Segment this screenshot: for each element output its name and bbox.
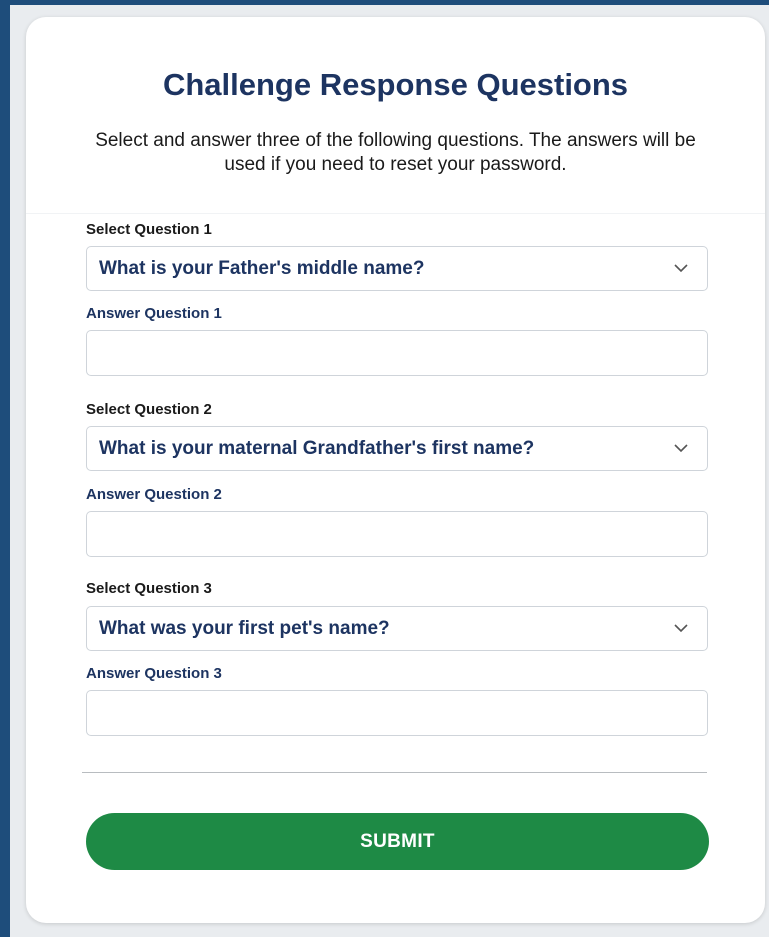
select-question-3-dropdown[interactable]: What was your first pet's name?	[86, 606, 708, 651]
page-title: Challenge Response Questions	[162, 67, 629, 102]
chevron-down-icon	[661, 264, 701, 273]
select-question-1-dropdown[interactable]: What is your Father's middle name?	[86, 246, 708, 291]
chevron-down-icon	[661, 624, 701, 633]
instructions-text: Select and answer three of the following…	[95, 130, 696, 175]
answer-question-3-input[interactable]	[86, 690, 708, 736]
select-question-1-value: What is your Father's middle name?	[99, 257, 425, 279]
select-question-3-value: What was your first pet's name?	[99, 617, 390, 639]
select-question-2-value: What is your maternal Grandfather's firs…	[99, 437, 535, 459]
submit-button[interactable]: SUBMIT	[86, 813, 709, 870]
challenge-form-card: Challenge Response Questions Select and …	[26, 17, 765, 923]
select-question-2-dropdown[interactable]: What is your maternal Grandfather's firs…	[86, 426, 708, 471]
form-divider	[82, 772, 707, 773]
chevron-down-icon	[661, 444, 701, 453]
answer-question-3-label: Answer Question 3	[86, 665, 222, 682]
answer-question-1-label: Answer Question 1	[86, 305, 222, 322]
answer-question-2-input[interactable]	[86, 511, 708, 557]
header-separator	[26, 213, 765, 214]
select-question-2-label: Select Question 2	[86, 401, 212, 418]
answer-question-1-input[interactable]	[86, 330, 708, 376]
answer-question-2-label: Answer Question 2	[86, 486, 222, 503]
select-question-1-label: Select Question 1	[86, 221, 212, 238]
window-frame: Challenge Response Questions Select and …	[0, 0, 769, 937]
select-question-3-label: Select Question 3	[86, 580, 212, 597]
